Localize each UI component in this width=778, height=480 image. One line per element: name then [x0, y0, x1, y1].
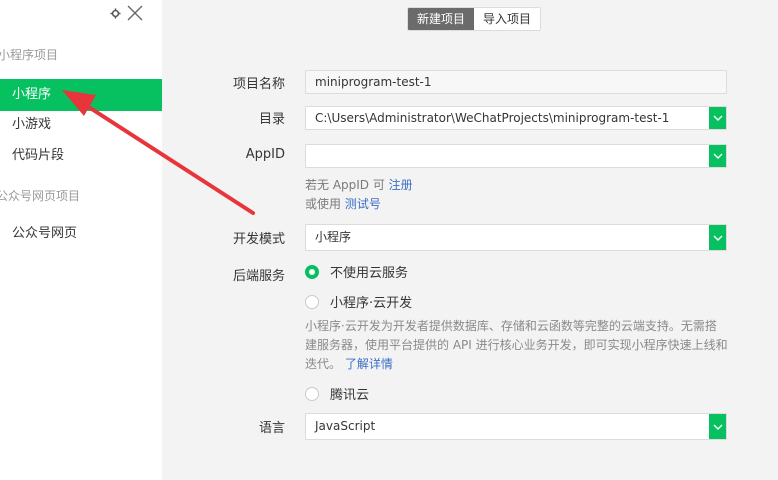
dev-mode-value: 小程序 — [315, 230, 352, 244]
sidebar-item-miniprogram[interactable]: 小程序 — [0, 79, 162, 111]
cloud-dev-desc-line-3: 迭代。 了解详情 — [305, 355, 730, 374]
project-name-input[interactable]: miniprogram-test-1 — [305, 70, 727, 94]
tab-import-project[interactable]: 导入项目 — [474, 8, 540, 30]
dev-mode-select[interactable]: 小程序 — [305, 224, 727, 251]
appid-hint-register: 若无 AppID 可 注册 — [305, 176, 413, 193]
backend-label: 后端服务 — [232, 269, 285, 284]
radio-no-cloud-label: 不使用云服务 — [330, 266, 409, 281]
cloud-dev-desc-line-2: 建服务器，使用平台提供的 API 进行核心业务开发，即可实现小程序快速上线和 — [305, 338, 728, 352]
chevron-down-icon[interactable] — [709, 414, 726, 439]
sidebar-item-minigame[interactable]: 小游戏 — [0, 109, 162, 141]
radio-tencent-cloud[interactable]: 腾讯云 — [305, 384, 369, 403]
directory-select[interactable]: C:\Users\Administrator\WeChatProjects\mi… — [305, 106, 727, 130]
radio-cloud-dev[interactable]: 小程序·云开发 — [305, 292, 412, 311]
project-name-label: 项目名称 — [232, 77, 285, 92]
cloud-dev-desc-text-3: 迭代。 — [305, 357, 342, 371]
appid-label: AppID — [245, 147, 285, 162]
sidebar-item-official-account-web[interactable]: 公众号网页 — [0, 218, 162, 250]
close-icon[interactable] — [127, 5, 143, 21]
language-label: 语言 — [258, 421, 285, 436]
register-link[interactable]: 注册 — [389, 178, 413, 192]
test-account-link[interactable]: 测试号 — [345, 197, 381, 211]
project-tabs: 新建项目 导入项目 — [407, 7, 542, 31]
appid-select[interactable] — [305, 144, 727, 168]
radio-unchecked-icon[interactable] — [305, 294, 319, 309]
radio-no-cloud[interactable]: 不使用云服务 — [305, 262, 408, 281]
gear-icon[interactable] — [110, 7, 121, 19]
dev-mode-label: 开发模式 — [232, 232, 285, 247]
radio-tencent-cloud-label: 腾讯云 — [330, 388, 370, 403]
directory-label: 目录 — [258, 112, 285, 127]
radio-unchecked-icon[interactable] — [305, 386, 319, 401]
radio-checked-icon[interactable] — [305, 264, 319, 279]
appid-hint-text: 若无 AppID 可 — [305, 178, 389, 192]
sidebar: 小程序项目 小程序 小游戏 代码片段 公众号网页项目 公众号网页 — [0, 0, 162, 480]
chevron-down-icon[interactable] — [709, 225, 726, 250]
sidebar-top-icons — [110, 5, 143, 21]
sidebar-item-code-snippet[interactable]: 代码片段 — [0, 140, 162, 172]
language-select[interactable]: JavaScript — [305, 413, 727, 440]
cloud-dev-desc-line-1: 小程序·云开发为开发者提供数据库、存储和云函数等完整的云端支持。无需搭 — [305, 319, 717, 333]
main-panel: 新建项目 导入项目 项目名称 miniprogram-test-1 目录 C:\… — [162, 0, 778, 480]
learn-more-link[interactable]: 了解详情 — [345, 357, 393, 371]
section-title-official-account: 公众号网页项目 — [0, 189, 81, 203]
cloud-dev-description: 小程序·云开发为开发者提供数据库、存储和云函数等完整的云端支持。无需搭 建服务器… — [305, 317, 730, 374]
section-title-miniprogram: 小程序项目 — [0, 48, 59, 62]
directory-value: C:\Users\Administrator\WeChatProjects\mi… — [315, 111, 670, 125]
tab-new-project[interactable]: 新建项目 — [408, 8, 475, 30]
radio-cloud-dev-label: 小程序·云开发 — [330, 296, 413, 311]
appid-hint-test: 或使用 测试号 — [305, 195, 381, 212]
chevron-down-icon[interactable] — [709, 107, 726, 129]
language-value: JavaScript — [315, 419, 376, 433]
appid-hint-text-2: 或使用 — [305, 197, 345, 211]
chevron-down-icon[interactable] — [709, 145, 726, 167]
